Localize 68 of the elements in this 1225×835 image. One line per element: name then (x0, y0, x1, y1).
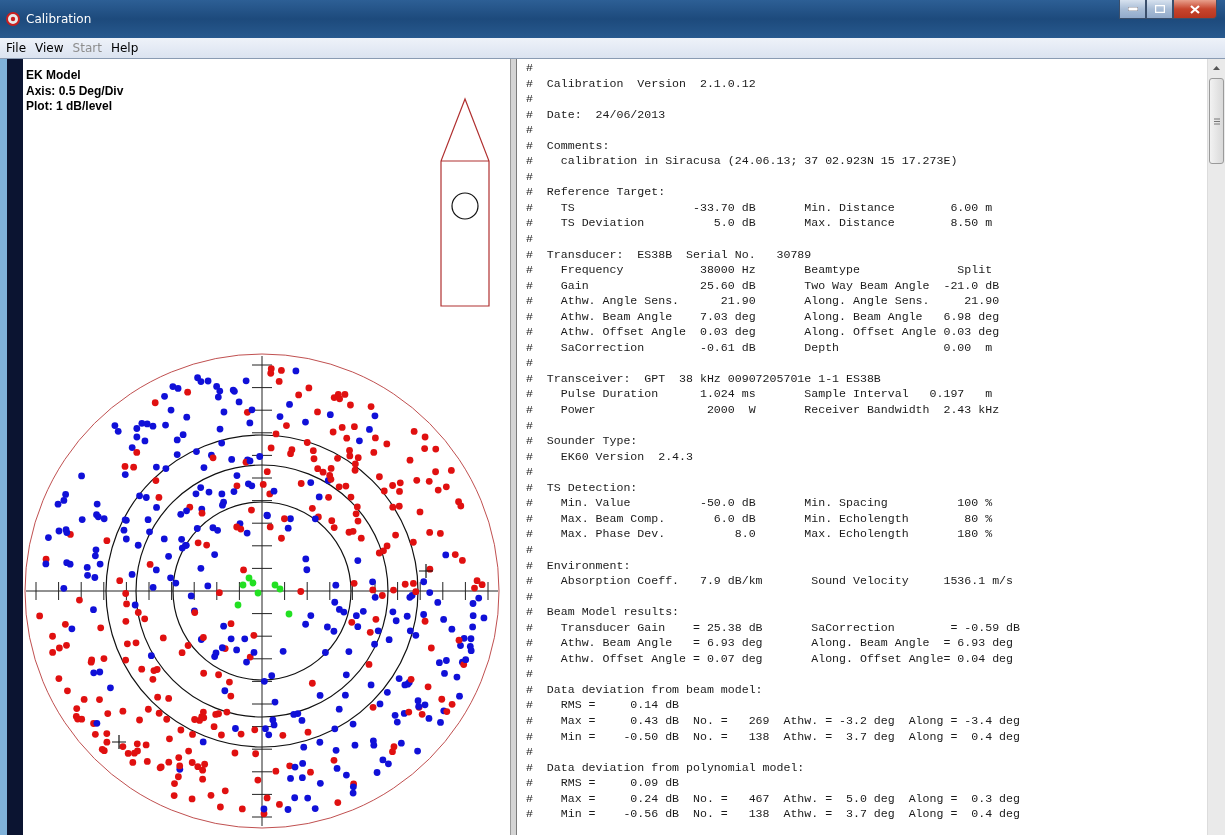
report-line: # Min = -0.50 dB No. = 138 Athw. = 3.7 deg Along = 0.4 deg (526, 728, 1021, 745)
report-line: # Reference Target: (526, 184, 667, 200)
minimize-button[interactable] (1119, 0, 1146, 19)
report-line: # Environment: (526, 557, 632, 574)
report-line: # Data deviation from beam model: (526, 681, 764, 698)
scrollbar[interactable] (1207, 59, 1225, 835)
report-line: # Pulse Duration 1.024 ms Sample Interval 0.197 m (526, 386, 994, 403)
report-line: # Calibration Version 2.1.0.12 (526, 75, 757, 92)
report-line: # TS -33.70 dB Min. Distance 6.00 m (526, 199, 994, 216)
close-button[interactable] (1173, 0, 1217, 19)
report-line: # EK60 Version 2.4.3 (526, 448, 694, 465)
plot-info-text: Plot: 1 dB/level (26, 99, 114, 115)
report-line: # SaCorrection -0.61 dB Depth 0.00 m (526, 339, 994, 356)
report-line: # (526, 666, 534, 682)
report-line: # Athw. Beam Angle 7.03 deg Along. Beam Angle 6.98 deg (526, 308, 1001, 325)
report-line: # Data deviation from polynomial model: (526, 759, 806, 776)
report-line: # (526, 464, 534, 480)
report-line: # Transceiver: GPT 38 kHz 00907205701e 1-1 ES38B (526, 370, 882, 387)
report-line: # Athw. Angle Sens. 21.90 Along. Angle Sens. 21.90 (526, 293, 1001, 309)
report-line: # (526, 588, 534, 605)
report-line: # Transducer: ES38B Serial No. 30789 (526, 246, 813, 263)
report-line: # TS Detection: (526, 479, 639, 496)
report-line: # Absorption Coeff. 7.9 dB/km Sound Velocity 1536.1 m/s (526, 573, 1015, 589)
report-line: # Athw. Beam Angle = 6.93 deg Along. Beam Angle = 6.93 deg (526, 635, 1015, 651)
menu-item[interactable]: Help (110, 41, 139, 55)
app-icon (6, 12, 20, 26)
report-line: # Athw. Offset Angle 0.03 deg Along. Offset Angle 0.03 deg (526, 324, 1001, 340)
pane-splitter[interactable] (510, 59, 517, 835)
report-line: # Max = 0.43 dB No. = 269 Athw. = -3.2 deg Along = -3.4 deg (526, 712, 1021, 729)
report-line: # Min = -0.56 dB No. = 138 Athw. = 3.7 deg Along = 0.4 deg (526, 806, 1021, 822)
maximize-icon (1154, 5, 1165, 13)
report-line: # TS Deviation 5.0 dB Max. Distance 8.50 m (526, 215, 994, 231)
window-title: Calibration (26, 12, 93, 26)
report-line: # (526, 417, 534, 434)
report-line: # Gain 25.60 dB Two Way Beam Angle -21.0 dB (526, 277, 1001, 294)
report-line: # Power 2000 W Receiver Bandwidth 2.43 kHz (526, 402, 1001, 418)
report-line: # Comments: (526, 137, 611, 154)
report-line: # Athw. Offset Angle = 0.07 deg Along. Offset Angle= 0.04 deg (526, 650, 1015, 667)
report-line: # (526, 122, 534, 138)
grip-icon (1213, 117, 1220, 125)
scroll-up-icon (1213, 65, 1220, 70)
report-line: # Transducer Gain = 25.38 dB SaCorrection = -0.59 dB (526, 619, 1021, 636)
maximize-button[interactable] (1146, 0, 1173, 19)
report-line: # Date: 24/06/2013 (526, 106, 667, 123)
minimize-icon (1127, 7, 1138, 11)
report-line: # Beam Model results: (526, 604, 681, 620)
report-line: # Sounder Type: (526, 433, 639, 449)
report-line: # Min. Value -50.0 dB Min. Spacing 100 % (526, 495, 994, 511)
report-line: # RMS = 0.09 dB (526, 775, 681, 791)
report-line: # Frequency 38000 Hz Beamtype Split (526, 262, 994, 278)
report-line: # (526, 168, 534, 185)
close-icon (1190, 4, 1200, 14)
report-line: # (526, 91, 534, 107)
report-line: # Max. Beam Comp. 6.0 dB Min. Echolength 80 % (526, 510, 994, 527)
menu-item[interactable]: File (6, 41, 27, 55)
scroll-thumb[interactable] (1209, 78, 1224, 164)
plot-info-text: Axis: 0.5 Deg/Div (26, 83, 125, 99)
report-line: # (526, 541, 534, 558)
report-line: # Max. Phase Dev. 8.0 Max. Echolength 180 % (526, 526, 994, 542)
menu-item[interactable]: View (35, 41, 64, 55)
report-line: # (526, 355, 534, 371)
report-line: # RMS = 0.14 dB (526, 697, 681, 713)
report-line: # (526, 60, 534, 76)
report-line: # Max = 0.24 dB No. = 467 Athw. = 5.0 deg Along = 0.3 deg (526, 790, 1021, 807)
report-line: # calibration in Siracusa (24.06.13; 37 02.923N 15 17.273E) (526, 153, 959, 169)
plot-info-text: EK Model (26, 68, 82, 84)
report-line: # (526, 231, 534, 247)
report-line: # (526, 744, 534, 760)
